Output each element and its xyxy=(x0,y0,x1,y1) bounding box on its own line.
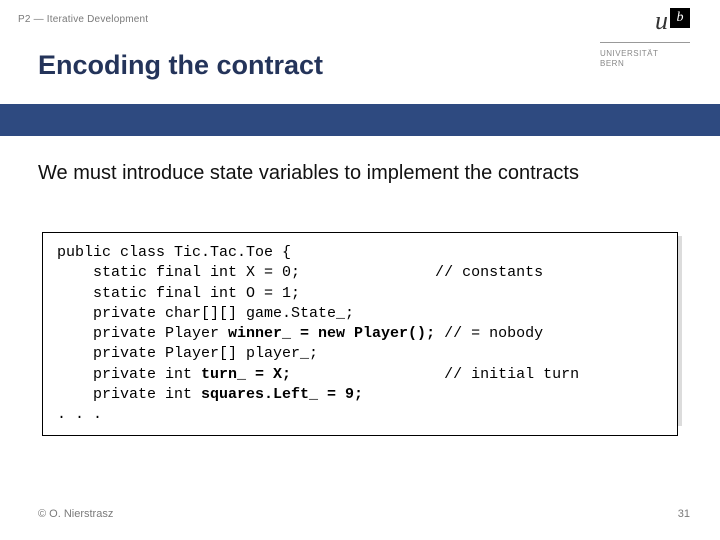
logo-u-glyph: u xyxy=(655,6,668,36)
code-bold: squares.Left_ = 9; xyxy=(201,386,363,403)
code-line: private Player[] player_; xyxy=(57,345,318,362)
logo-b-glyph: b xyxy=(670,8,690,28)
body-paragraph: We must introduce state variables to imp… xyxy=(38,160,678,186)
code-bold: turn_ = X; xyxy=(201,366,291,383)
code-line: . . . xyxy=(57,406,102,423)
code-block: public class Tic.Tac.Toe { static final … xyxy=(42,232,678,436)
code-line: static final int O = 1; xyxy=(57,285,300,302)
code-line: public class Tic.Tac.Toe { xyxy=(57,244,291,261)
code-line: // = nobody xyxy=(435,325,543,342)
code-bold: winner_ = new Player(); xyxy=(228,325,435,342)
code-content: public class Tic.Tac.Toe { static final … xyxy=(42,232,678,436)
breadcrumb: P2 — Iterative Development xyxy=(18,14,148,25)
code-line: private char[][] game.State_; xyxy=(57,305,354,322)
logo-uni-line2: BERN xyxy=(600,59,690,69)
code-line: private Player xyxy=(57,325,228,342)
code-line: private int xyxy=(57,366,201,383)
university-logo: ub UNIVERSITÄT BERN xyxy=(600,6,690,70)
slide: P2 — Iterative Development ub UNIVERSITÄ… xyxy=(0,0,720,540)
logo-uni-line1: UNIVERSITÄT xyxy=(600,49,690,59)
page-number: 31 xyxy=(678,508,690,520)
logo-divider xyxy=(600,42,690,43)
code-line: private int xyxy=(57,386,201,403)
accent-bar xyxy=(0,104,720,136)
logo-university-text: UNIVERSITÄT BERN xyxy=(600,49,690,70)
footer-copyright: © O. Nierstrasz xyxy=(38,508,113,520)
page-title: Encoding the contract xyxy=(38,50,323,81)
code-line: static final int X = 0; // constants xyxy=(57,264,543,281)
logo-ub: ub xyxy=(600,6,690,36)
code-line: // initial turn xyxy=(291,366,579,383)
